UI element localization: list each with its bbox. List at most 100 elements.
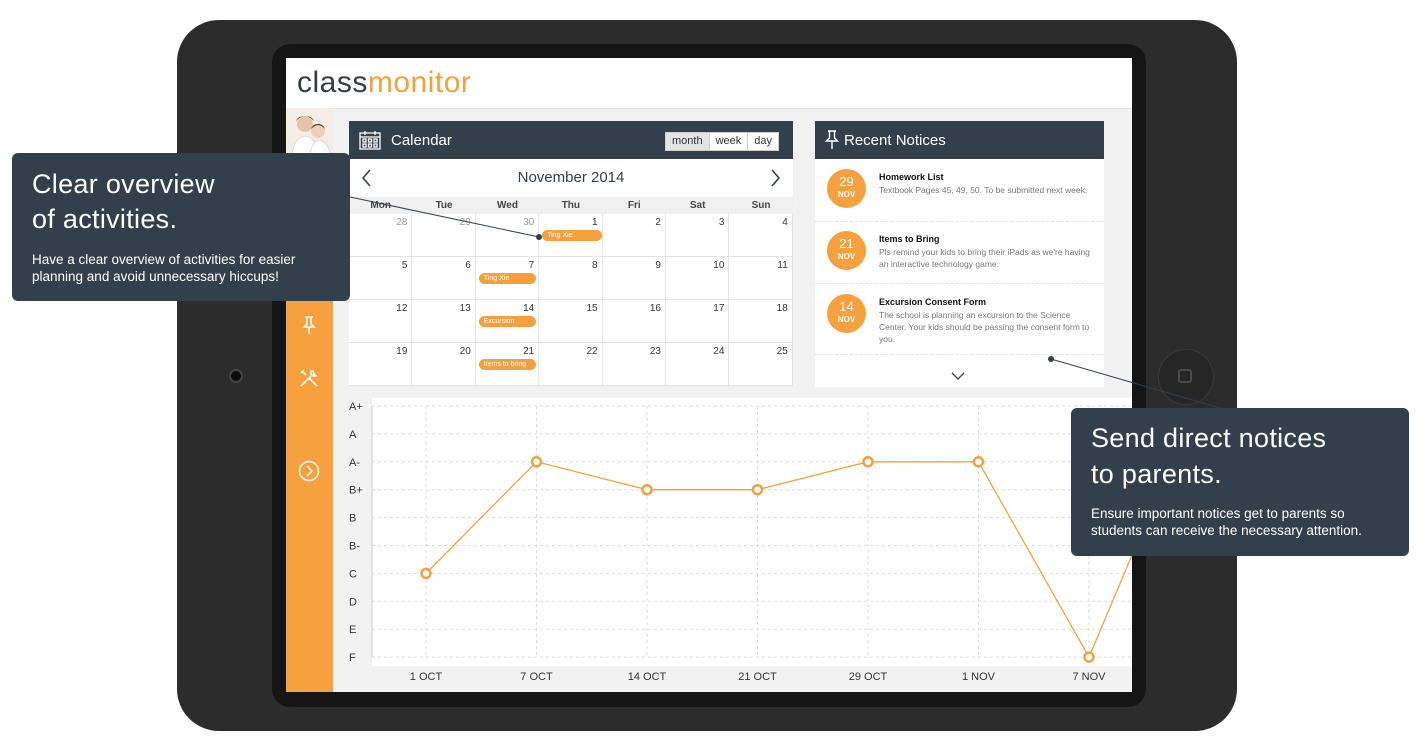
tools-icon[interactable] (298, 367, 320, 389)
view-day-button[interactable]: day (747, 133, 779, 150)
calendar-day-cell[interactable]: 11 (729, 257, 793, 300)
calendar-day-cell[interactable]: 12 (349, 300, 413, 343)
y-tick-label: B (349, 513, 356, 525)
notice-title: Excursion Consent Form (879, 297, 987, 307)
day-number: 9 (655, 260, 661, 271)
day-number: 1 (592, 217, 598, 228)
notice-title: Homework List (879, 172, 944, 182)
calendar-event[interactable]: Ting Xie (478, 273, 536, 284)
date-badge: 29 NOV (827, 169, 866, 208)
notice-body: Pls remind your kids to bring their iPad… (879, 247, 1090, 269)
day-number: 6 (465, 260, 471, 271)
notices-title: Recent Notices (844, 132, 946, 149)
y-tick-label: A- (349, 457, 360, 469)
data-point[interactable] (972, 456, 985, 468)
y-tick-label: D (349, 596, 357, 608)
day-number: 16 (649, 303, 661, 314)
calendar-day-cell[interactable]: 5 (349, 257, 413, 300)
day-number: 20 (459, 346, 471, 357)
day-number: 2 (655, 217, 661, 228)
data-point[interactable] (420, 567, 432, 580)
pin-icon[interactable] (298, 314, 320, 336)
notice-item[interactable]: 14 NOV Excursion Consent Form The school… (815, 284, 1104, 355)
calendar-header: Calendar month week day (349, 121, 793, 159)
day-number: 19 (396, 346, 408, 357)
calendar-grid: 28 29 30 1 2 3 4 5 6 7 8 9 10 11 12 13 14 15 16 17 18 19 20 21 2… (349, 214, 793, 386)
calendar-day-cell[interactable]: 29 (412, 214, 476, 257)
badge-month: NOV (837, 315, 856, 324)
data-point[interactable] (1083, 651, 1095, 663)
view-month-button[interactable]: month (666, 133, 709, 150)
day-number: 22 (586, 346, 598, 357)
arrow-right-circle-icon[interactable] (298, 460, 320, 482)
avatar[interactable] (286, 108, 333, 155)
tablet-home-button[interactable] (1158, 349, 1214, 405)
weekday-label: Thu (561, 200, 581, 211)
app-logo[interactable]: classmonitor (297, 66, 471, 100)
y-tick-label: F (349, 652, 356, 664)
calendar-day-cell[interactable]: 6 (412, 257, 476, 300)
x-tick-label: 7 NOV (1072, 671, 1106, 683)
calendar-day-cell[interactable]: 13 (412, 300, 476, 343)
x-tick-label: 21 OCT (738, 671, 777, 683)
day-number: 30 (523, 217, 535, 228)
calendar-panel: Calendar month week day November 2014 Mo… (349, 121, 793, 386)
calendar-day-cell[interactable]: 10 (666, 257, 730, 300)
day-number: 12 (396, 303, 408, 314)
weekday-label: Fri (627, 200, 641, 211)
notices-panel: Recent Notices 29 NOV Homework List Text… (815, 121, 1104, 387)
view-week-button[interactable]: week (708, 133, 748, 150)
notice-item[interactable]: 29 NOV Homework List Textbook Pages 45, … (815, 159, 1104, 222)
calendar-day-cell[interactable]: 30 (475, 214, 540, 257)
y-tick-label: B- (349, 541, 360, 553)
weekday-label: Mon (370, 200, 391, 211)
data-point[interactable] (751, 483, 764, 496)
day-number: 8 (592, 260, 598, 271)
calendar-day-cell[interactable]: 4 (729, 214, 793, 257)
calendar-day-cell[interactable]: 8 (539, 257, 603, 300)
calendar-day-cell[interactable]: 24 (666, 343, 730, 386)
weekday-label: Wed (497, 200, 518, 211)
calendar-day-cell[interactable]: 23 (602, 343, 666, 386)
data-point[interactable] (641, 483, 653, 496)
day-number: 7 (528, 260, 535, 271)
calendar-day-cell[interactable]: 16 (602, 300, 666, 343)
x-tick-label: 7 OCT (520, 671, 553, 683)
calendar-day-cell[interactable]: 28 (349, 214, 413, 257)
calendar-day-cell[interactable]: 18 (729, 300, 793, 343)
y-tick-label: A (349, 429, 357, 441)
callout-text-line2: students can receive the necessary atten… (1091, 523, 1362, 538)
calendar-day-cell[interactable]: 9 (602, 257, 666, 300)
calendar-day-cell[interactable]: 15 (539, 300, 603, 343)
calendar-day-cell[interactable]: 22 (539, 343, 603, 386)
calendar-day-cell[interactable]: 19 (349, 343, 413, 386)
chevron-right-icon[interactable] (765, 168, 785, 188)
day-number: 28 (396, 217, 408, 228)
calendar-day-cell[interactable]: 20 (412, 343, 476, 386)
day-number: 13 (459, 303, 471, 314)
y-tick-label: C (349, 568, 357, 580)
calendar-day-cell[interactable]: 17 (666, 300, 730, 343)
calendar-icon (359, 130, 381, 150)
calendar-day-cell[interactable]: 2 (602, 214, 666, 257)
chevron-down-icon[interactable] (951, 368, 965, 380)
day-number: 15 (586, 303, 598, 314)
calendar-day-cell[interactable]: 3 (666, 214, 730, 257)
calendar-event[interactable]: Items to bring (478, 359, 536, 370)
pin-icon (824, 130, 840, 150)
notice-item[interactable]: 21 NOV Items to Bring Pls remind your ki… (815, 221, 1104, 284)
data-point[interactable] (862, 456, 874, 468)
callout-heading-line2: to parents. (1091, 459, 1222, 489)
calendar-day-cell[interactable]: 25 (729, 343, 793, 386)
weekday-label: Sun (751, 200, 771, 211)
view-switcher: month week day (665, 132, 780, 151)
callout-notices: Send direct notices to parents. Ensure i… (1071, 408, 1409, 556)
callout-text-line1: Ensure important notices get to parents … (1091, 506, 1345, 521)
data-point[interactable] (530, 456, 543, 468)
badge-month: NOV (837, 190, 856, 199)
day-number: 23 (649, 346, 661, 357)
day-number: 3 (718, 217, 725, 228)
calendar-event[interactable]: Ting Xie (542, 230, 603, 241)
y-tick-label: A+ (349, 401, 363, 413)
calendar-event[interactable]: Excursion (478, 316, 536, 327)
